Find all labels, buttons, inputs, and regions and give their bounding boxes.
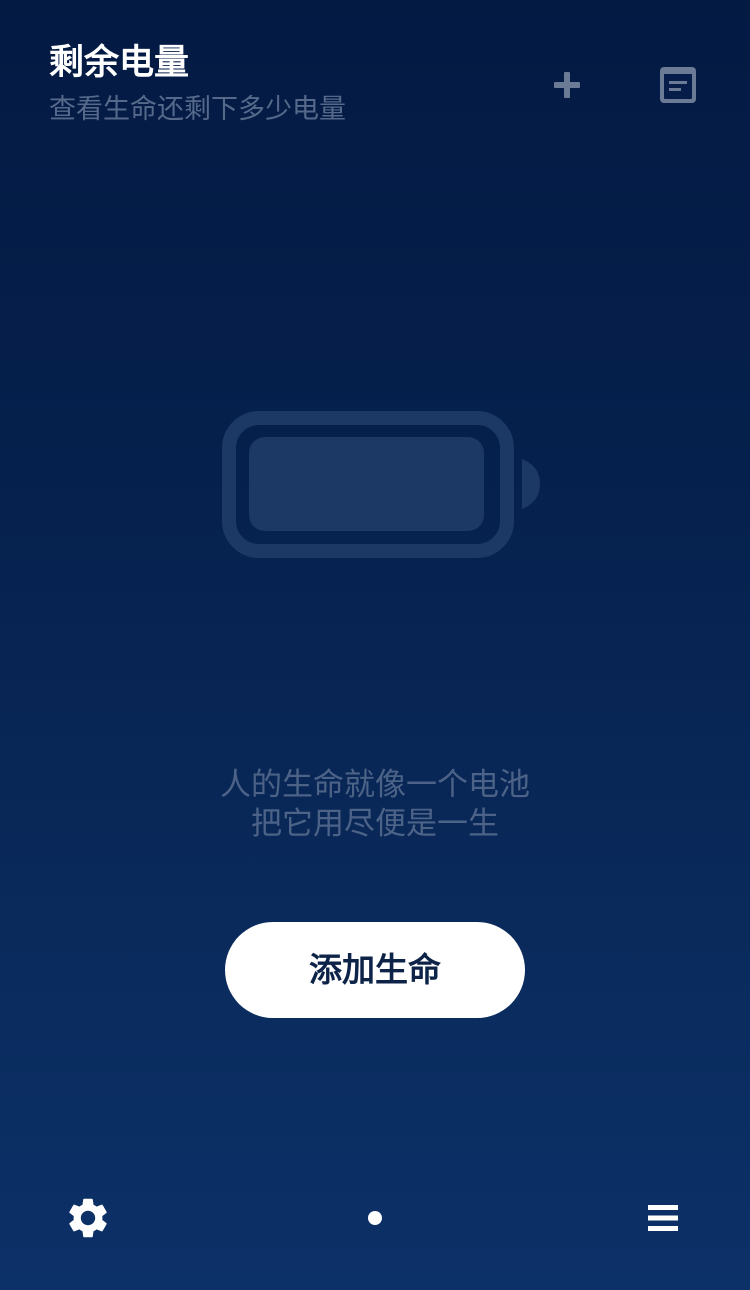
gear-icon [69, 1198, 107, 1238]
plus-icon [554, 72, 580, 98]
add-button[interactable] [543, 61, 591, 109]
quote-line-1: 人的生命就像一个电池 [220, 767, 530, 803]
menu-button[interactable] [641, 1196, 685, 1240]
battery-icon [220, 408, 540, 560]
add-life-button[interactable]: 添加生命 [225, 922, 525, 1018]
notes-button[interactable] [654, 61, 702, 109]
settings-button[interactable] [64, 1194, 112, 1242]
quote-line-2: 把它用尽便是一生 [251, 806, 499, 842]
page-subtitle: 查看生命还剩下多少电量 [49, 94, 346, 125]
page-title: 剩余电量 [49, 43, 190, 83]
app-screen: 剩余电量 查看生命还剩下多少电量 人的生命就像一个电池 把它用尽便是一生 添加生… [0, 0, 750, 1290]
page-indicator-dot [368, 1211, 382, 1225]
notes-icon [660, 67, 696, 103]
menu-icon [648, 1205, 678, 1231]
